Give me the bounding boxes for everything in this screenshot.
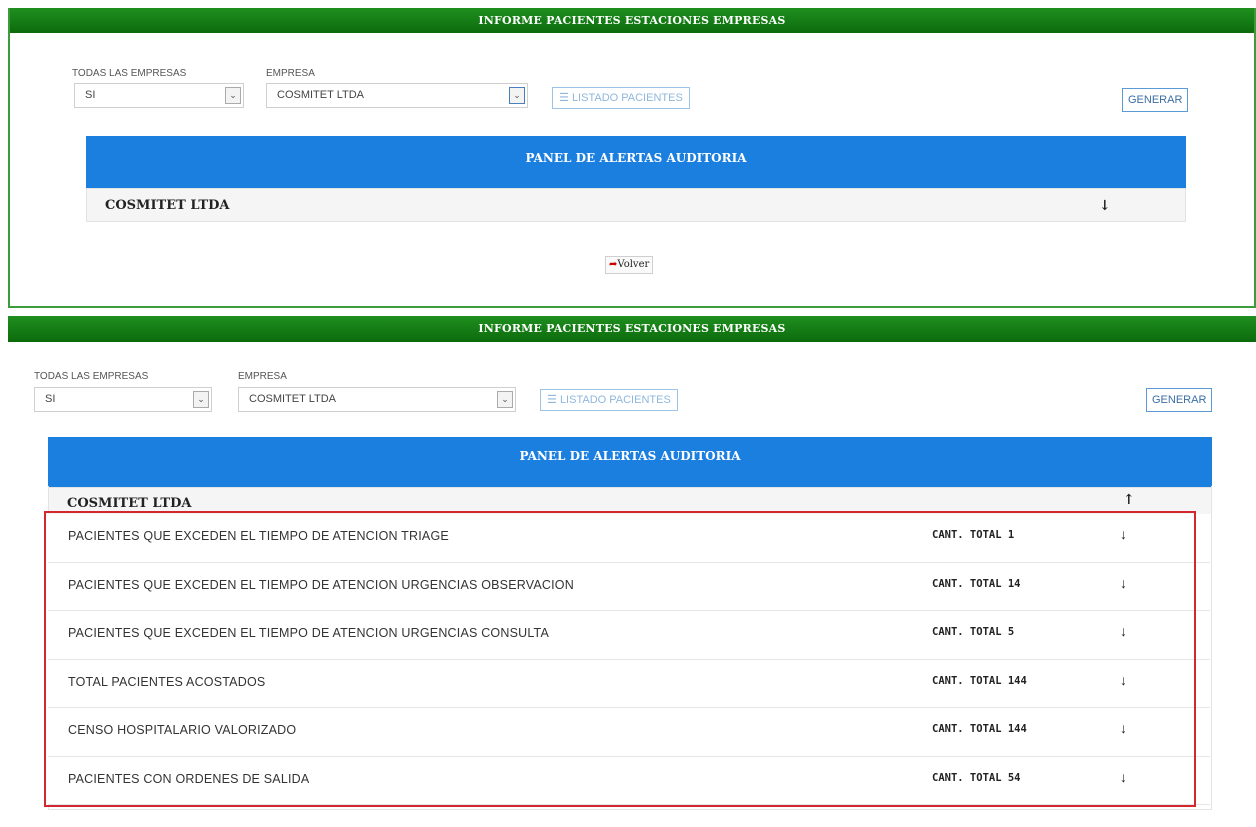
alert-count: CANT. TOTAL 54 [932, 771, 1021, 784]
alert-row[interactable]: PACIENTES QUE EXCEDEN EL TIEMPO DE ATENC… [48, 514, 1210, 563]
alert-label: PACIENTES QUE EXCEDEN EL TIEMPO DE ATENC… [68, 577, 574, 592]
alert-row[interactable]: CENSO HOSPITALARIO VALORIZADO CANT. TOTAL… [48, 708, 1210, 757]
alert-count: CANT. TOTAL 1 [932, 529, 1015, 541]
arrow-down-icon[interactable]: ↓ [1120, 623, 1127, 639]
alert-label: PACIENTES QUE EXCEDEN EL TIEMPO DE ATENC… [68, 626, 550, 640]
alert-row[interactable]: PACIENTES QUE EXCEDEN EL TIEMPO DE ATENC… [48, 611, 1210, 660]
todas-empresas-label: TODAS LAS EMPRESAS [34, 371, 149, 382]
company-name: COSMITET LTDA [105, 198, 230, 213]
alert-label: PACIENTES CON ORDENES DE SALIDA [68, 771, 310, 786]
alert-row[interactable]: PACIENTES QUE EXCEDEN EL TIEMPO DE ATENC… [48, 562, 1210, 611]
arrow-down-icon[interactable]: ↓ [1120, 575, 1127, 591]
todas-empresas-value: SI [45, 393, 56, 405]
listado-pacientes-button[interactable]: ☰ LISTADO PACIENTES [540, 389, 678, 411]
volver-button[interactable]: ➦Volver [605, 256, 654, 274]
chevron-down-icon[interactable]: ⌄ [225, 87, 241, 104]
arrow-down-icon[interactable]: ↓ [1099, 189, 1111, 223]
alert-label: CENSO HOSPITALARIO VALORIZADO [68, 723, 297, 737]
chevron-down-icon[interactable]: ⌄ [509, 87, 525, 104]
arrow-down-icon[interactable]: ↓ [1120, 526, 1127, 542]
arrow-down-icon[interactable]: ↓ [1120, 769, 1127, 785]
todas-empresas-value: SI [85, 89, 96, 101]
arrow-down-icon[interactable]: ↓ [1120, 720, 1127, 736]
report-panel-collapsed: INFORME PACIENTES ESTACIONES EMPRESAS TO… [8, 8, 1256, 308]
alert-list: PACIENTES QUE EXCEDEN EL TIEMPO DE ATENC… [48, 514, 1210, 805]
panel-alertas-header: PANEL DE ALERTAS AUDITORIA [86, 136, 1186, 188]
empresa-select[interactable]: COSMITET LTDA ⌄ [266, 83, 528, 108]
alert-row[interactable]: TOTAL PACIENTES ACOSTADOS CANT. TOTAL 144… [48, 659, 1210, 708]
todas-empresas-select[interactable]: SI ⌄ [74, 83, 244, 108]
empresa-select[interactable]: COSMITET LTDA ⌄ [238, 387, 516, 412]
generar-button[interactable]: GENERAR [1122, 88, 1189, 112]
list-icon: ☰ [547, 394, 557, 406]
alert-label: TOTAL PACIENTES ACOSTADOS [68, 674, 266, 689]
alert-count: CANT. TOTAL 144 [932, 674, 1027, 687]
generar-button[interactable]: GENERAR [1146, 388, 1213, 412]
empresa-label: EMPRESA [266, 68, 315, 79]
arrow-down-icon[interactable]: ↓ [1120, 672, 1127, 688]
empresa-label: EMPRESA [238, 371, 287, 382]
list-icon: ☰ [559, 92, 569, 104]
company-row[interactable]: COSMITET LTDA ↓ [86, 188, 1186, 222]
chevron-down-icon[interactable]: ⌄ [193, 391, 209, 408]
empresa-value: COSMITET LTDA [249, 393, 336, 405]
alert-label: PACIENTES QUE EXCEDEN EL TIEMPO DE ATENC… [68, 529, 449, 543]
panel-alertas-header: PANEL DE ALERTAS AUDITORIA [48, 437, 1212, 487]
alert-count: CANT. TOTAL 5 [932, 626, 1015, 638]
report-title: INFORME PACIENTES ESTACIONES EMPRESAS [10, 8, 1254, 33]
alert-row[interactable]: PACIENTES CON ORDENES DE SALIDA CANT. TOT… [48, 756, 1210, 805]
alert-count: CANT. TOTAL 144 [932, 723, 1027, 735]
chevron-down-icon[interactable]: ⌄ [497, 391, 513, 408]
todas-empresas-select[interactable]: SI ⌄ [34, 387, 212, 412]
empresa-value: COSMITET LTDA [277, 89, 364, 101]
report-title: INFORME PACIENTES ESTACIONES EMPRESAS [8, 316, 1256, 342]
listado-pacientes-button[interactable]: ☰ LISTADO PACIENTES [552, 87, 690, 109]
alert-count: CANT. TOTAL 14 [932, 577, 1021, 590]
todas-empresas-label: TODAS LAS EMPRESAS [72, 68, 187, 79]
